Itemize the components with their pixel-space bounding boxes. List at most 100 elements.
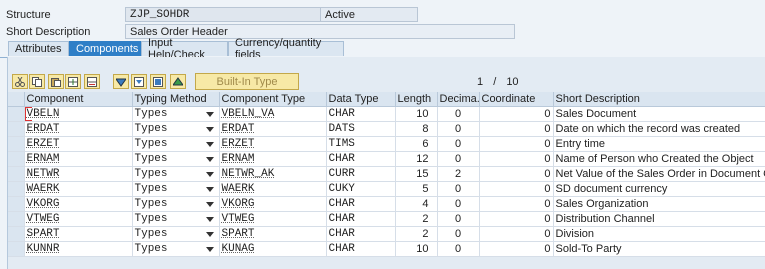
component-type-cell[interactable]: VTWEG: [219, 211, 327, 227]
table-row[interactable]: KUNNR Types KUNAG CHAR 10 0 0 Sold-To Pa…: [8, 241, 765, 257]
coordinate-cell[interactable]: 0: [479, 136, 554, 152]
find-button[interactable]: [113, 74, 129, 89]
decimals-cell[interactable]: 0: [437, 106, 480, 122]
delete-row-button[interactable]: [84, 74, 100, 89]
data-type-cell[interactable]: CHAR: [326, 196, 396, 212]
tab-currency-quantity-fields[interactable]: Currency/quantity fields: [228, 37, 344, 61]
short-description-cell[interactable]: Net Value of the Sales Order in Document…: [553, 166, 765, 182]
data-type-cell[interactable]: DATS: [326, 121, 396, 137]
typing-method-cell[interactable]: Types: [132, 121, 220, 137]
typing-method-cell[interactable]: Types: [132, 136, 220, 152]
dropdown-arrow-icon[interactable]: [205, 141, 214, 147]
tab-components[interactable]: Components: [69, 41, 141, 56]
component-cell[interactable]: WAERK: [24, 181, 133, 197]
col-data-type[interactable]: Data Type: [326, 92, 396, 107]
component-cell[interactable]: ERNAM: [24, 151, 133, 167]
details-button[interactable]: [150, 74, 166, 89]
structure-name-field[interactable]: ZJP_SOHDR: [125, 7, 321, 22]
decimals-cell[interactable]: 0: [437, 181, 480, 197]
table-row[interactable]: VBELN Types VBELN_VA CHAR 10 0 0 Sales D…: [8, 106, 765, 122]
paste-button[interactable]: [48, 74, 64, 89]
row-selector[interactable]: [8, 196, 25, 212]
short-description-cell[interactable]: SD document currency: [553, 181, 765, 197]
built-in-type-button[interactable]: Built-In Type: [195, 73, 299, 90]
dropdown-arrow-icon[interactable]: [205, 216, 214, 222]
dropdown-arrow-icon[interactable]: [205, 201, 214, 207]
component-cell[interactable]: ERZET: [24, 136, 133, 152]
decimals-cell[interactable]: 0: [437, 121, 480, 137]
dropdown-arrow-icon[interactable]: [205, 156, 214, 162]
component-type-cell[interactable]: VKORG: [219, 196, 327, 212]
typing-method-cell[interactable]: Types: [132, 181, 220, 197]
tab-input-help-check[interactable]: Input Help/Check: [141, 37, 228, 61]
table-row[interactable]: WAERK Types WAERK CUKY 5 0 0 SD document…: [8, 181, 765, 197]
component-cell[interactable]: VTWEG: [24, 211, 133, 227]
short-description-cell[interactable]: Distribution Channel: [553, 211, 765, 227]
coordinate-cell[interactable]: 0: [479, 181, 554, 197]
row-selector[interactable]: [8, 166, 25, 182]
component-type-cell[interactable]: SPART: [219, 226, 327, 242]
length-cell[interactable]: 6: [395, 136, 438, 152]
coordinate-cell[interactable]: 0: [479, 196, 554, 212]
row-selector[interactable]: [8, 151, 25, 167]
row-selector-header[interactable]: [8, 92, 25, 107]
decimals-cell[interactable]: 0: [437, 226, 480, 242]
typing-method-cell[interactable]: Types: [132, 151, 220, 167]
copy-button[interactable]: [29, 74, 45, 89]
col-component[interactable]: Component: [24, 92, 133, 107]
short-description-cell[interactable]: Date on which the record was created: [553, 121, 765, 137]
length-cell[interactable]: 4: [395, 196, 438, 212]
length-cell[interactable]: 15: [395, 166, 438, 182]
typing-method-cell[interactable]: Types: [132, 196, 220, 212]
col-typing-method[interactable]: Typing Method: [132, 92, 220, 107]
length-cell[interactable]: 12: [395, 151, 438, 167]
component-cell[interactable]: VKORG: [24, 196, 133, 212]
col-component-type[interactable]: Component Type: [219, 92, 327, 107]
table-row[interactable]: VKORG Types VKORG CHAR 4 0 0 Sales Organ…: [8, 196, 765, 212]
table-row[interactable]: NETWR Types NETWR_AK CURR 15 2 0 Net Val…: [8, 166, 765, 182]
component-cell[interactable]: ERDAT: [24, 121, 133, 137]
length-cell[interactable]: 2: [395, 226, 438, 242]
short-description-cell[interactable]: Sold-To Party: [553, 241, 765, 257]
dropdown-arrow-icon[interactable]: [205, 171, 214, 177]
coordinate-cell[interactable]: 0: [479, 121, 554, 137]
short-description-cell[interactable]: Sales Document: [553, 106, 765, 122]
dropdown-arrow-icon[interactable]: [205, 126, 214, 132]
decimals-cell[interactable]: 0: [437, 136, 480, 152]
data-type-cell[interactable]: CHAR: [326, 106, 396, 122]
component-type-cell[interactable]: WAERK: [219, 181, 327, 197]
component-type-cell[interactable]: NETWR_AK: [219, 166, 327, 182]
typing-method-cell[interactable]: Types: [132, 226, 220, 242]
data-type-cell[interactable]: CHAR: [326, 211, 396, 227]
row-selector[interactable]: [8, 211, 25, 227]
insert-row-button[interactable]: [65, 74, 81, 89]
coordinate-cell[interactable]: 0: [479, 241, 554, 257]
data-type-cell[interactable]: CHAR: [326, 226, 396, 242]
col-short-description[interactable]: Short Description: [553, 92, 765, 107]
table-row[interactable]: SPART Types SPART CHAR 2 0 0 Division: [8, 226, 765, 242]
data-type-cell[interactable]: TIMS: [326, 136, 396, 152]
coordinate-cell[interactable]: 0: [479, 211, 554, 227]
component-type-cell[interactable]: ERDAT: [219, 121, 327, 137]
data-type-cell[interactable]: CHAR: [326, 241, 396, 257]
dropdown-arrow-icon[interactable]: [205, 231, 214, 237]
col-coordinate[interactable]: Coordinate: [479, 92, 554, 107]
component-cell[interactable]: SPART: [24, 226, 133, 242]
component-type-cell[interactable]: ERNAM: [219, 151, 327, 167]
data-type-cell[interactable]: CHAR: [326, 151, 396, 167]
decimals-cell[interactable]: 0: [437, 196, 480, 212]
component-type-cell[interactable]: KUNAG: [219, 241, 327, 257]
row-selector[interactable]: [8, 226, 25, 242]
short-description-cell[interactable]: Name of Person who Created the Object: [553, 151, 765, 167]
table-row[interactable]: VTWEG Types VTWEG CHAR 2 0 0 Distributio…: [8, 211, 765, 227]
table-row[interactable]: ERDAT Types ERDAT DATS 8 0 0 Date on whi…: [8, 121, 765, 137]
decimals-cell[interactable]: 2: [437, 166, 480, 182]
row-selector[interactable]: [8, 136, 25, 152]
dropdown-arrow-icon[interactable]: [205, 246, 214, 252]
coordinate-cell[interactable]: 0: [479, 151, 554, 167]
length-cell[interactable]: 2: [395, 211, 438, 227]
coordinate-cell[interactable]: 0: [479, 106, 554, 122]
typing-method-cell[interactable]: Types: [132, 211, 220, 227]
row-selector[interactable]: [8, 241, 25, 257]
data-type-cell[interactable]: CURR: [326, 166, 396, 182]
